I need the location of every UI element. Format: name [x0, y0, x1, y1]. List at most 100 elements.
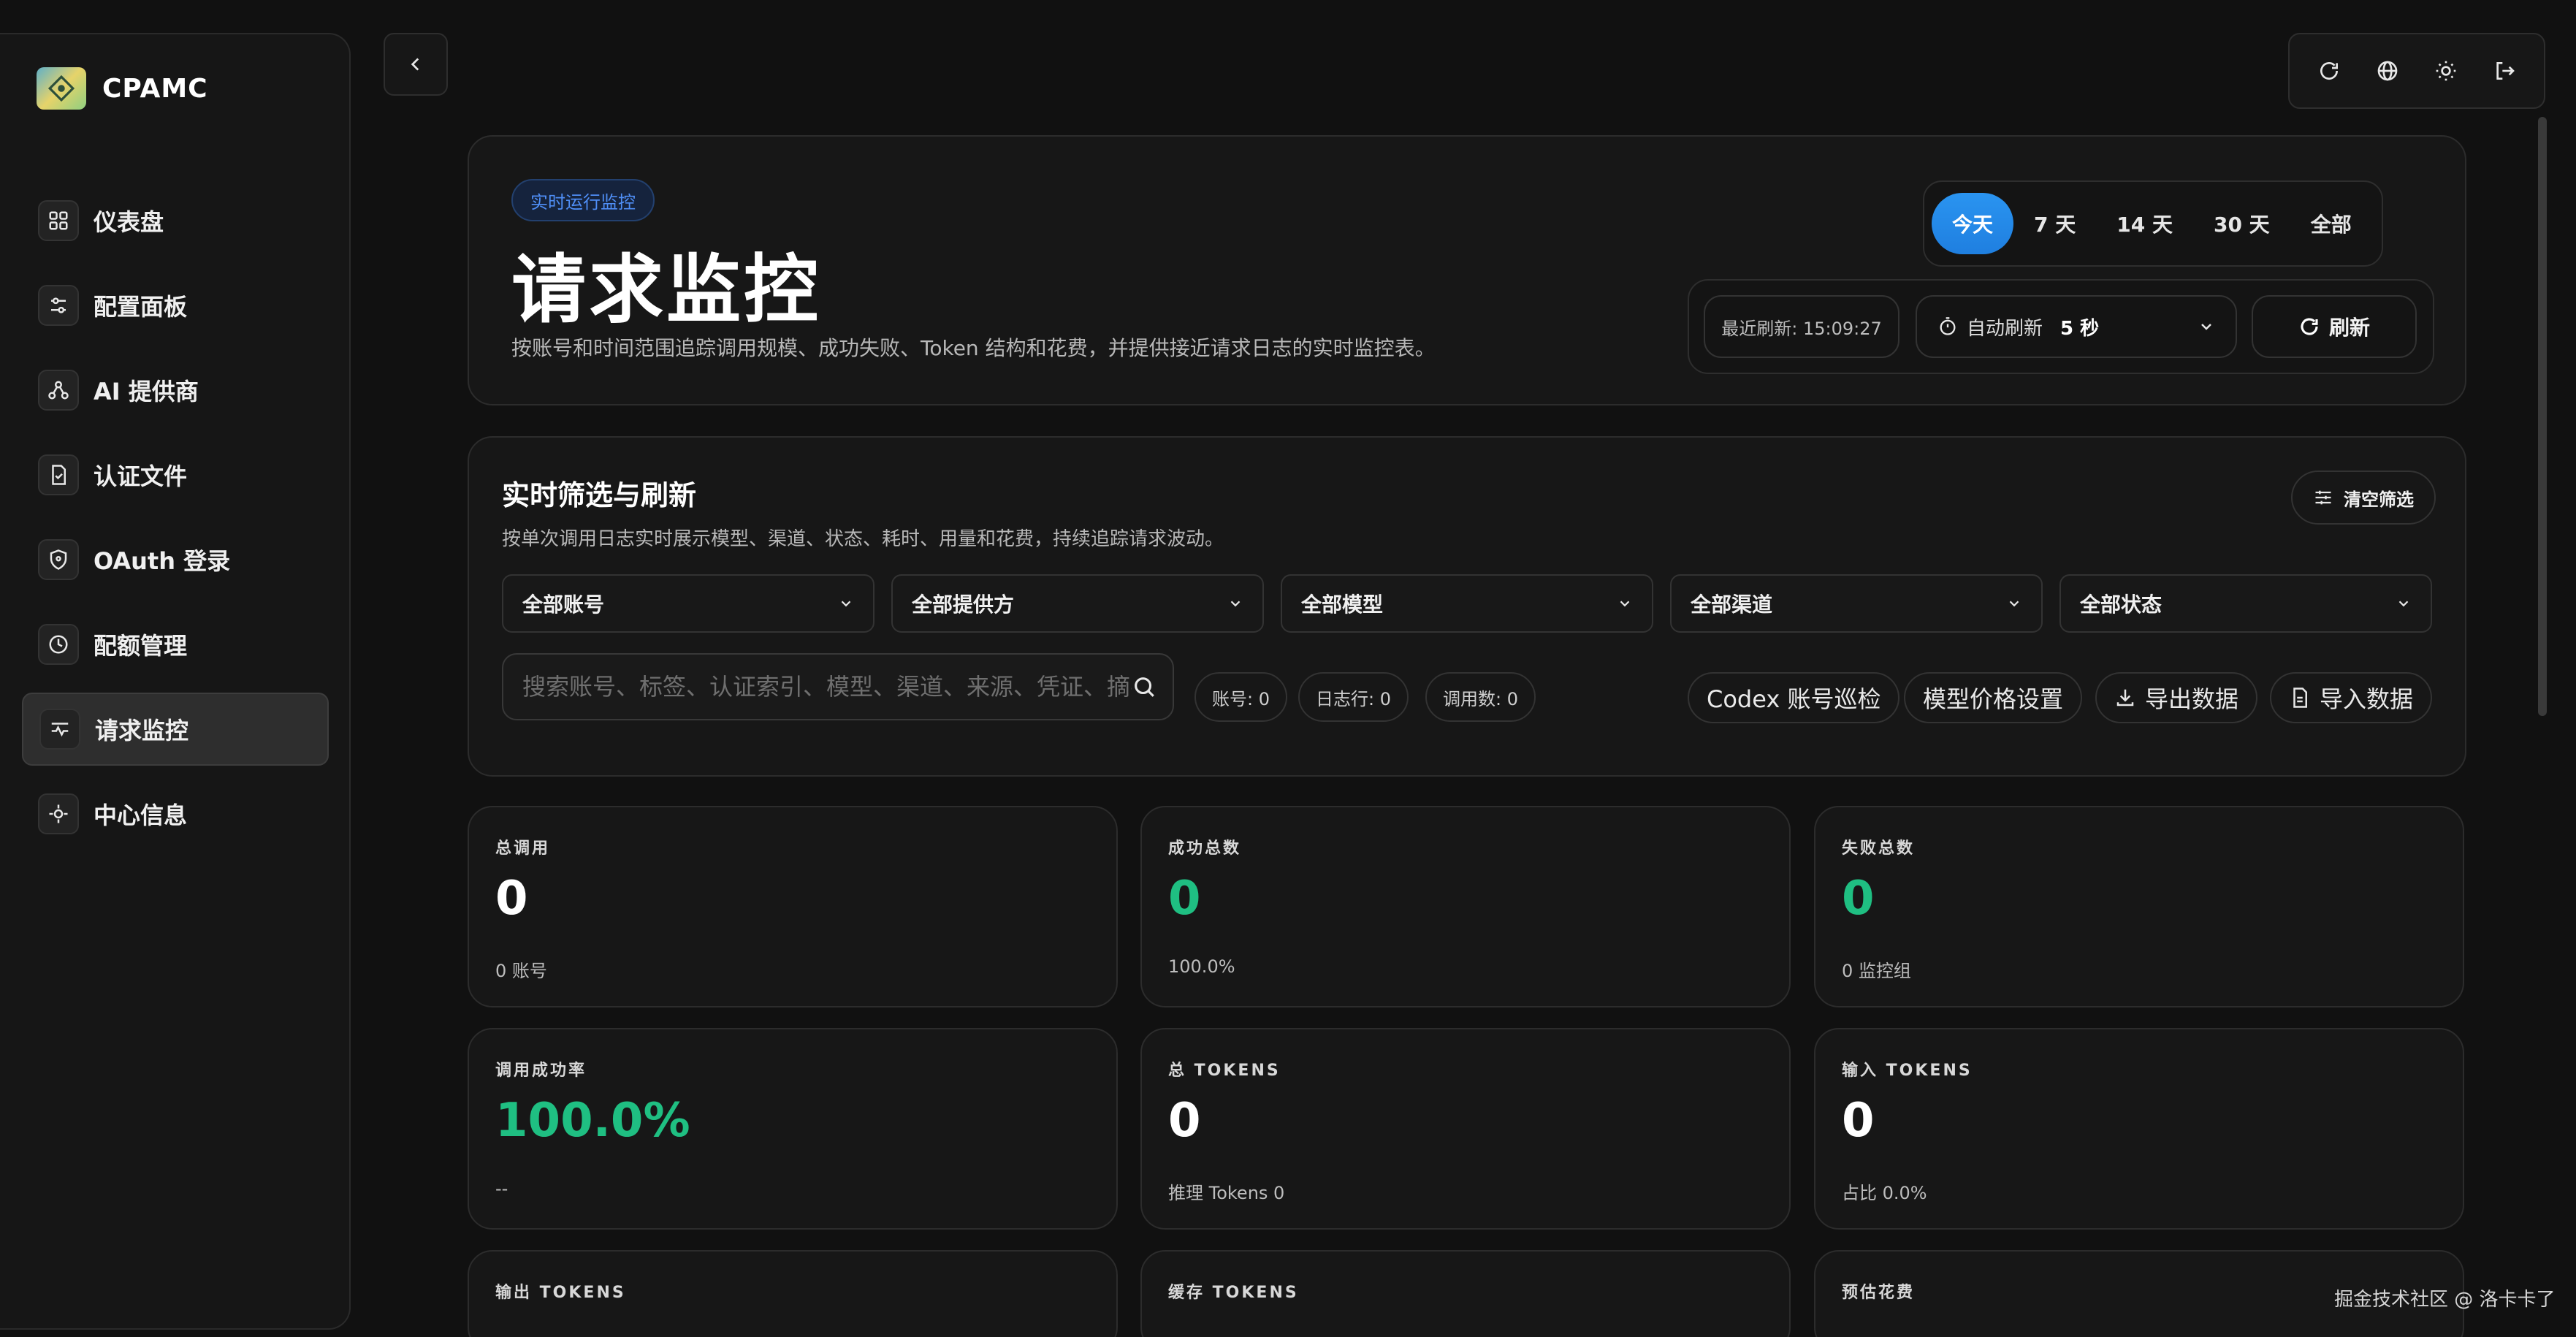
codex-inspect-label: Codex 账号巡检 — [1707, 685, 1881, 713]
range-14d-button[interactable]: 14 天 — [2096, 193, 2193, 254]
model-select-value: 全部模型 — [1301, 593, 1384, 617]
logout-icon — [2496, 62, 2515, 80]
sidebar-item-label: 认证文件 — [94, 462, 188, 490]
sidebar-item-label: AI 提供商 — [94, 378, 199, 405]
sidebar-item-center-info[interactable]: 中心信息 — [22, 777, 329, 850]
sidebar-item-config[interactable]: 配置面板 — [22, 269, 329, 342]
auto-refresh-select[interactable]: 自动刷新 5 秒 — [1916, 295, 2237, 358]
range-all-button[interactable]: 全部 — [2290, 193, 2372, 254]
sidebar-item-oauth-login[interactable]: OAuth 登录 — [22, 523, 329, 596]
account-select[interactable]: 全部账号 — [502, 574, 874, 633]
stat-value: 0 — [1842, 1094, 1875, 1148]
search-input[interactable] — [522, 673, 1132, 701]
sidebar-item-auth-files[interactable]: 认证文件 — [22, 438, 329, 511]
top-toolbar — [2288, 33, 2545, 109]
sidebar-item-ai-providers[interactable]: AI 提供商 — [22, 354, 329, 427]
info-icon — [38, 793, 79, 834]
collapse-sidebar-button[interactable] — [384, 33, 448, 96]
codex-inspect-button[interactable]: Codex 账号巡检 — [1688, 672, 1900, 723]
globe-icon — [2377, 61, 2398, 81]
clear-filters-button[interactable]: 清空筛选 — [2291, 471, 2436, 525]
sidebar: CPAMC 仪表盘 配置面板 AI 提供商 认证文件 OAuth 登录 配额管理… — [0, 33, 351, 1330]
stat-label: 输出 TOKENS — [495, 1284, 626, 1302]
stat-card-output-tokens: 输出 TOKENS — [468, 1250, 1118, 1337]
chevron-left-icon — [411, 58, 419, 71]
download-icon — [2114, 687, 2136, 709]
file-check-icon — [38, 454, 79, 495]
chevron-down-icon — [1620, 601, 1630, 607]
filter-card: 实时筛选与刷新 按单次调用日志实时展示模型、渠道、状态、耗时、用量和花费，持续追… — [468, 436, 2466, 777]
pie-icon — [38, 624, 79, 665]
model-price-button[interactable]: 模型价格设置 — [1904, 672, 2083, 723]
provider-select[interactable]: 全部提供方 — [891, 574, 1264, 633]
stat-card-total-tokens: 总 TOKENS 0 推理 Tokens 0 — [1140, 1028, 1791, 1230]
refresh-button[interactable]: 刷新 — [2252, 295, 2417, 358]
import-data-button[interactable]: 导入数据 — [2270, 672, 2433, 723]
range-7d-button[interactable]: 7 天 — [2013, 193, 2096, 254]
channel-select[interactable]: 全部渠道 — [1670, 574, 2043, 633]
stat-card-success-rate: 调用成功率 100.0% -- — [468, 1028, 1118, 1230]
brand-logo-icon — [37, 67, 86, 110]
stat-label: 总 TOKENS — [1168, 1062, 1281, 1080]
chevron-down-icon — [1230, 601, 1241, 607]
channel-select-value: 全部渠道 — [1691, 593, 1773, 617]
logout-button[interactable] — [2482, 48, 2527, 94]
filter-description: 按单次调用日志实时展示模型、渠道、状态、耗时、用量和花费，持续追踪请求波动。 — [502, 528, 1224, 550]
model-select[interactable]: 全部模型 — [1281, 574, 1653, 633]
range-today-button[interactable]: 今天 — [1932, 193, 2014, 254]
import-data-label: 导入数据 — [2320, 685, 2414, 713]
stat-label: 成功总数 — [1168, 839, 1242, 858]
network-icon — [38, 370, 79, 411]
filter-title: 实时筛选与刷新 — [502, 479, 697, 511]
refresh-controls: 最近刷新: 15:09:27 自动刷新 5 秒 刷新 — [1688, 279, 2434, 374]
stat-value: 0 — [1168, 1094, 1201, 1148]
refresh-icon — [2301, 318, 2318, 335]
reload-button[interactable] — [2306, 48, 2352, 94]
activity-icon — [39, 709, 80, 750]
stat-value: 0 — [495, 872, 528, 926]
header-card: 实时运行监控 请求监控 按账号和时间范围追踪调用规模、成功失败、Token 结构… — [468, 135, 2466, 405]
theme-toggle-button[interactable] — [2423, 48, 2469, 94]
sidebar-item-label: 中心信息 — [94, 801, 188, 829]
auto-refresh-value: 5 秒 — [2060, 317, 2100, 340]
live-monitor-badge: 实时运行监控 — [511, 179, 655, 221]
stat-sub: 100.0% — [1168, 956, 1235, 977]
sidebar-item-label: 请求监控 — [95, 717, 189, 744]
sidebar-item-request-monitor[interactable]: 请求监控 — [22, 693, 329, 766]
sidebar-item-dashboard[interactable]: 仪表盘 — [22, 184, 329, 257]
stat-value: 100.0% — [495, 1094, 690, 1148]
sidebar-item-label: 配置面板 — [94, 293, 188, 321]
search-icon[interactable] — [1132, 674, 1156, 699]
sidebar-item-label: 配额管理 — [94, 632, 188, 660]
model-price-label: 模型价格设置 — [1923, 685, 2064, 713]
brand[interactable]: CPAMC — [37, 67, 208, 110]
sidebar-item-quota[interactable]: 配额管理 — [22, 608, 329, 681]
brand-name: CPAMC — [102, 73, 208, 104]
stat-label: 缓存 TOKENS — [1168, 1284, 1299, 1302]
provider-select-value: 全部提供方 — [912, 593, 1015, 617]
sidebar-item-label: OAuth 登录 — [94, 547, 231, 575]
chevron-down-icon — [2009, 601, 2019, 607]
stat-card-total-calls: 总调用 0 0 账号 — [468, 806, 1118, 1007]
account-select-value: 全部账号 — [522, 593, 605, 617]
log-rows-chip: 日志行: 0 — [1298, 672, 1409, 722]
status-select[interactable]: 全部状态 — [2059, 574, 2432, 633]
range-30d-button[interactable]: 30 天 — [2193, 193, 2290, 254]
chevron-down-icon — [841, 601, 851, 607]
search-box — [502, 653, 1174, 720]
stat-label: 失败总数 — [1842, 839, 1916, 858]
stat-label: 调用成功率 — [495, 1062, 587, 1080]
language-button[interactable] — [2365, 48, 2410, 94]
status-select-value: 全部状态 — [2080, 593, 2162, 617]
shield-icon — [38, 539, 79, 580]
stat-value: 0 — [1168, 872, 1201, 926]
stat-sub: -- — [495, 1178, 508, 1199]
scrollbar-thumb[interactable] — [2538, 117, 2547, 716]
stat-sub: 0 监控组 — [1842, 961, 1911, 981]
timer-icon — [1940, 317, 1956, 335]
export-data-button[interactable]: 导出数据 — [2095, 672, 2258, 723]
stat-sub: 推理 Tokens 0 — [1168, 1183, 1285, 1203]
page-title: 请求监控 — [511, 247, 821, 334]
last-refresh-time: 最近刷新: 15:09:27 — [1704, 295, 1899, 358]
account-count-chip: 账号: 0 — [1194, 672, 1287, 722]
